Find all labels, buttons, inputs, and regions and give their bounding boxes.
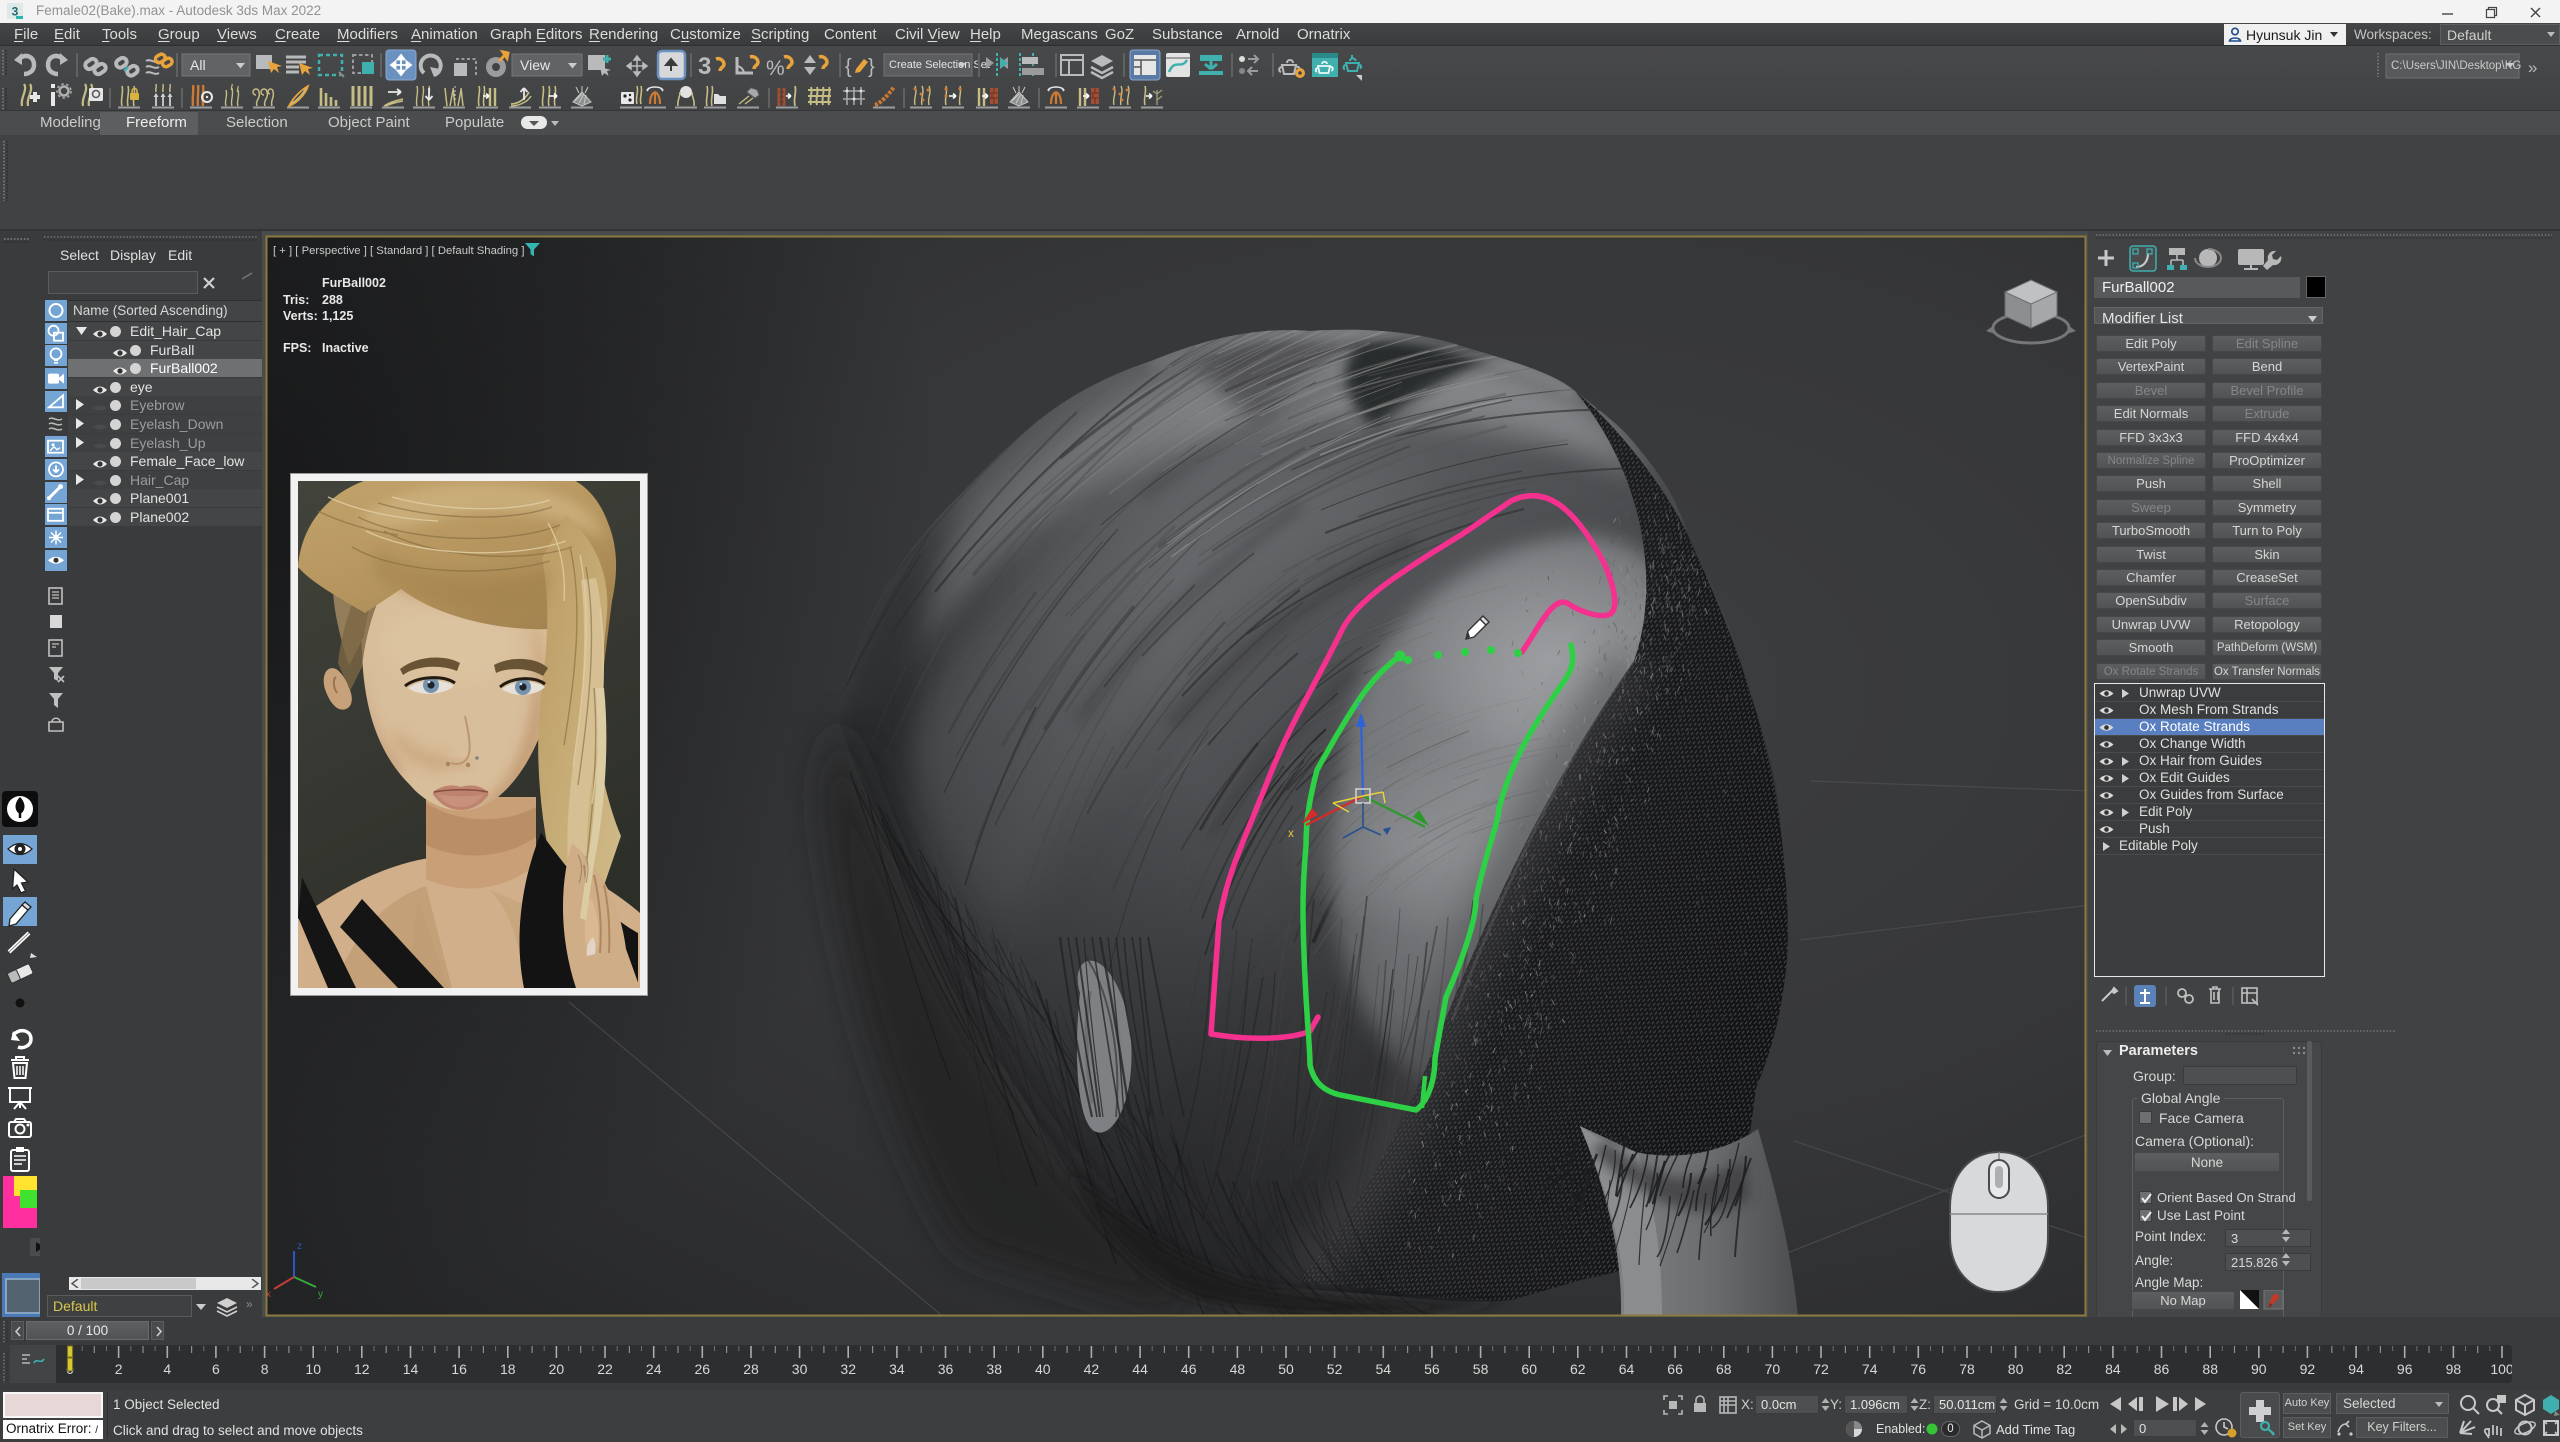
svg-text:30: 30: [792, 1361, 808, 1377]
svg-text:8: 8: [261, 1361, 269, 1377]
svg-text:Inactive: Inactive: [322, 341, 369, 355]
svg-text:96: 96: [2397, 1361, 2413, 1377]
svg-text:24: 24: [646, 1361, 662, 1377]
svg-text:56: 56: [1424, 1361, 1440, 1377]
svg-text:10: 10: [305, 1361, 321, 1377]
svg-text:76: 76: [1911, 1361, 1927, 1377]
svg-text:66: 66: [1667, 1361, 1683, 1377]
svg-text:46: 46: [1181, 1361, 1197, 1377]
svg-text:38: 38: [986, 1361, 1002, 1377]
svg-text:6: 6: [212, 1361, 220, 1377]
svg-text:52: 52: [1327, 1361, 1343, 1377]
svg-text:98: 98: [2446, 1361, 2462, 1377]
svg-text:18: 18: [500, 1361, 516, 1377]
svg-text:74: 74: [1862, 1361, 1878, 1377]
svg-text:82: 82: [2056, 1361, 2072, 1377]
svg-text:54: 54: [1376, 1361, 1392, 1377]
svg-text:44: 44: [1132, 1361, 1148, 1377]
svg-text:72: 72: [1813, 1361, 1829, 1377]
svg-text:36: 36: [938, 1361, 954, 1377]
svg-text:88: 88: [2202, 1361, 2218, 1377]
svg-text:}: }: [868, 56, 875, 78]
svg-text:z: z: [297, 1241, 302, 1252]
svg-text:22: 22: [597, 1361, 613, 1377]
svg-text:92: 92: [2300, 1361, 2316, 1377]
svg-text:42: 42: [1084, 1361, 1100, 1377]
svg-text:78: 78: [1959, 1361, 1975, 1377]
svg-text:100: 100: [2490, 1361, 2512, 1377]
svg-text:288: 288: [322, 293, 343, 307]
svg-text:C:\Users\JIN\Desktop\KG: C:\Users\JIN\Desktop\KG: [2391, 60, 2521, 72]
svg-text:90: 90: [2251, 1361, 2267, 1377]
svg-text:28: 28: [743, 1361, 759, 1377]
svg-text:Verts:: Verts:: [283, 309, 318, 323]
svg-text:64: 64: [1619, 1361, 1635, 1377]
svg-text:2: 2: [115, 1361, 123, 1377]
svg-text:68: 68: [1716, 1361, 1732, 1377]
svg-text:86: 86: [2154, 1361, 2170, 1377]
svg-text:70: 70: [1765, 1361, 1781, 1377]
svg-text:FurBall002: FurBall002: [322, 276, 386, 290]
svg-text:62: 62: [1570, 1361, 1586, 1377]
svg-text:3: 3: [698, 53, 711, 80]
svg-text:48: 48: [1230, 1361, 1246, 1377]
svg-text:{: {: [845, 56, 852, 78]
svg-text:20: 20: [549, 1361, 565, 1377]
svg-text:[ + ] [ Perspective ] [ Standa: [ + ] [ Perspective ] [ Standard ] [ Def…: [273, 245, 525, 257]
svg-text:32: 32: [840, 1361, 856, 1377]
svg-text:4: 4: [163, 1361, 171, 1377]
svg-text:50: 50: [1278, 1361, 1294, 1377]
svg-text:y: y: [318, 1289, 323, 1300]
svg-text:80: 80: [2008, 1361, 2024, 1377]
svg-text:34: 34: [889, 1361, 905, 1377]
svg-text:FPS:: FPS:: [283, 341, 311, 355]
svg-text:1,125: 1,125: [322, 309, 353, 323]
svg-text:16: 16: [451, 1361, 467, 1377]
svg-text:94: 94: [2348, 1361, 2364, 1377]
svg-text:40: 40: [1035, 1361, 1051, 1377]
svg-text:x: x: [1288, 826, 1294, 840]
svg-text:»: »: [2528, 58, 2537, 77]
svg-text:26: 26: [695, 1361, 711, 1377]
svg-text:58: 58: [1473, 1361, 1489, 1377]
svg-text:z: z: [1356, 698, 1362, 712]
svg-text:Tris:: Tris:: [283, 293, 309, 307]
svg-text:84: 84: [2105, 1361, 2121, 1377]
svg-text:%: %: [766, 57, 785, 80]
svg-text:60: 60: [1521, 1361, 1537, 1377]
svg-text:12: 12: [354, 1361, 370, 1377]
svg-text:Create Selection Set: Create Selection Set: [889, 59, 990, 71]
svg-text:14: 14: [403, 1361, 419, 1377]
svg-text:View: View: [520, 57, 551, 73]
svg-text:All: All: [190, 57, 206, 73]
